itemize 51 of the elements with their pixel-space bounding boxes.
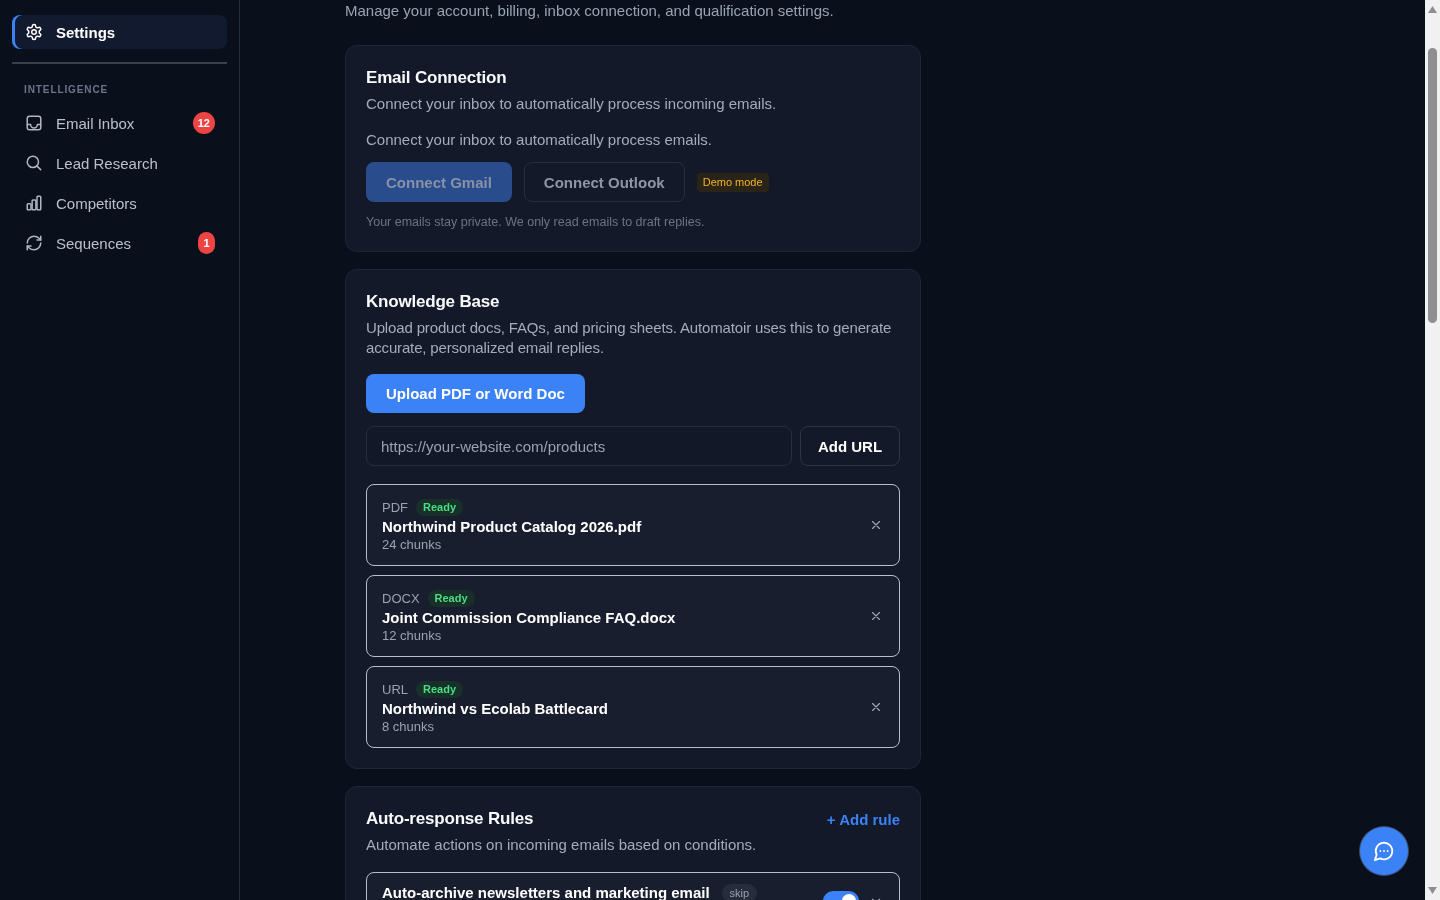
status-badge: Ready — [427, 589, 475, 607]
url-input-field[interactable]: https://your-website.com/products — [366, 426, 792, 466]
chat-bubble-icon — [1373, 840, 1395, 862]
card-title: Auto-response Rules — [366, 808, 534, 830]
close-icon — [869, 700, 883, 714]
document-name: Joint Commission Compliance FAQ.docx — [382, 608, 677, 628]
section-heading: INTELLIGENCE — [24, 84, 110, 96]
document-name: Northwind Product Catalog 2026.pdf — [382, 517, 643, 537]
chat-button[interactable] — [1360, 827, 1408, 875]
scrollbar-thumb[interactable] — [1428, 48, 1437, 323]
card-description: Connect your inbox to automatically process incoming emails. — [366, 94, 778, 114]
card-note: Connect your inbox to automatically process emails. — [366, 130, 713, 150]
settings-icon — [25, 23, 43, 41]
status-badge: Ready — [416, 498, 464, 516]
scroll-down-icon[interactable] — [1428, 887, 1437, 894]
close-icon — [869, 609, 883, 623]
document-name: Northwind vs Ecolab Battlecard — [382, 699, 609, 719]
card-title: Email Connection — [366, 67, 508, 89]
remove-button[interactable] — [869, 700, 883, 714]
file-type-label: PDF — [382, 499, 408, 515]
chunk-count: 8 chunks — [382, 719, 436, 735]
inbox-tray-icon — [25, 114, 43, 132]
sidebar-item[interactable]: Email Inbox 12 — [12, 103, 227, 143]
action-tag: skip — [721, 884, 758, 900]
remove-button[interactable] — [869, 518, 883, 532]
file-type-label: URL — [382, 681, 408, 697]
card-description: Upload product docs, FAQs, and pricing sheets. Automatoir uses this to generate accurate, personalized email replies. — [366, 318, 893, 358]
chunk-count: 12 chunks — [382, 628, 443, 644]
file-type-label: DOCX — [382, 590, 420, 606]
chunk-count: 24 chunks — [382, 537, 443, 553]
close-icon — [869, 518, 883, 532]
page-subtitle: Manage your account, billing, inbox connection, and qualification settings. — [345, 1, 835, 21]
search-icon — [25, 154, 43, 172]
count-badge: 12 — [192, 112, 215, 134]
sidebar-item[interactable]: Competitors — [12, 183, 227, 223]
bar-chart-icon — [25, 194, 43, 212]
privacy-note: Your emails stay private. We only read emails to draft replies. — [366, 214, 706, 231]
refresh-icon — [25, 234, 43, 252]
sidebar-item[interactable]: Lead Research — [12, 143, 227, 183]
sidebar-item[interactable]: Sequences 1 — [12, 223, 227, 263]
card-description: Automate actions on incoming emails based on conditions. — [366, 835, 758, 855]
mode-badge: Demo mode — [696, 172, 769, 192]
scroll-up-icon[interactable] — [1428, 6, 1437, 13]
count-badge: 1 — [198, 232, 215, 254]
upload-button[interactable]: Upload PDF or Word Doc — [366, 374, 585, 413]
add-rule-link[interactable]: + Add rule — [826, 810, 900, 828]
card-title: Knowledge Base — [366, 291, 501, 313]
remove-button[interactable] — [869, 609, 883, 623]
status-badge: Ready — [416, 680, 464, 698]
add-url-button[interactable]: Add URL — [800, 426, 900, 466]
sidebar-item[interactable]: Settings — [12, 15, 227, 49]
